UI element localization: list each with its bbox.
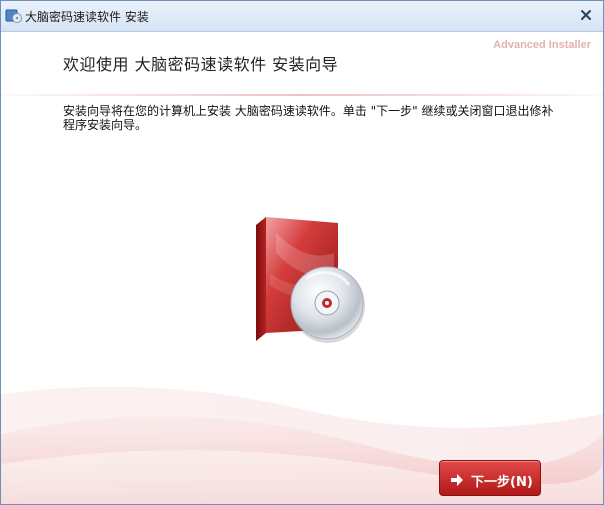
brand-label: Advanced Installer [493,39,591,51]
intro-text: 安装向导将在您的计算机上安装 大脑密码速读软件。单击 "下一步" 继续或关闭窗口… [63,104,554,132]
software-box-cd-icon [246,213,371,345]
header-divider [1,94,603,96]
close-icon[interactable] [577,6,595,24]
title-bar[interactable]: 大脑密码速读软件 安装 [1,1,603,32]
page-title: 欢迎使用 大脑密码速读软件 安装向导 [63,55,339,74]
arrow-right-icon [450,472,464,486]
window-title: 大脑密码速读软件 安装 [25,10,149,24]
next-button-label: 下一步(N) [471,475,533,490]
installer-icon [5,7,23,25]
next-button[interactable]: 下一步(N) [439,460,541,496]
installer-window: 大脑密码速读软件 安装 Advanced Installer 欢迎使用 大脑密码… [0,0,604,505]
